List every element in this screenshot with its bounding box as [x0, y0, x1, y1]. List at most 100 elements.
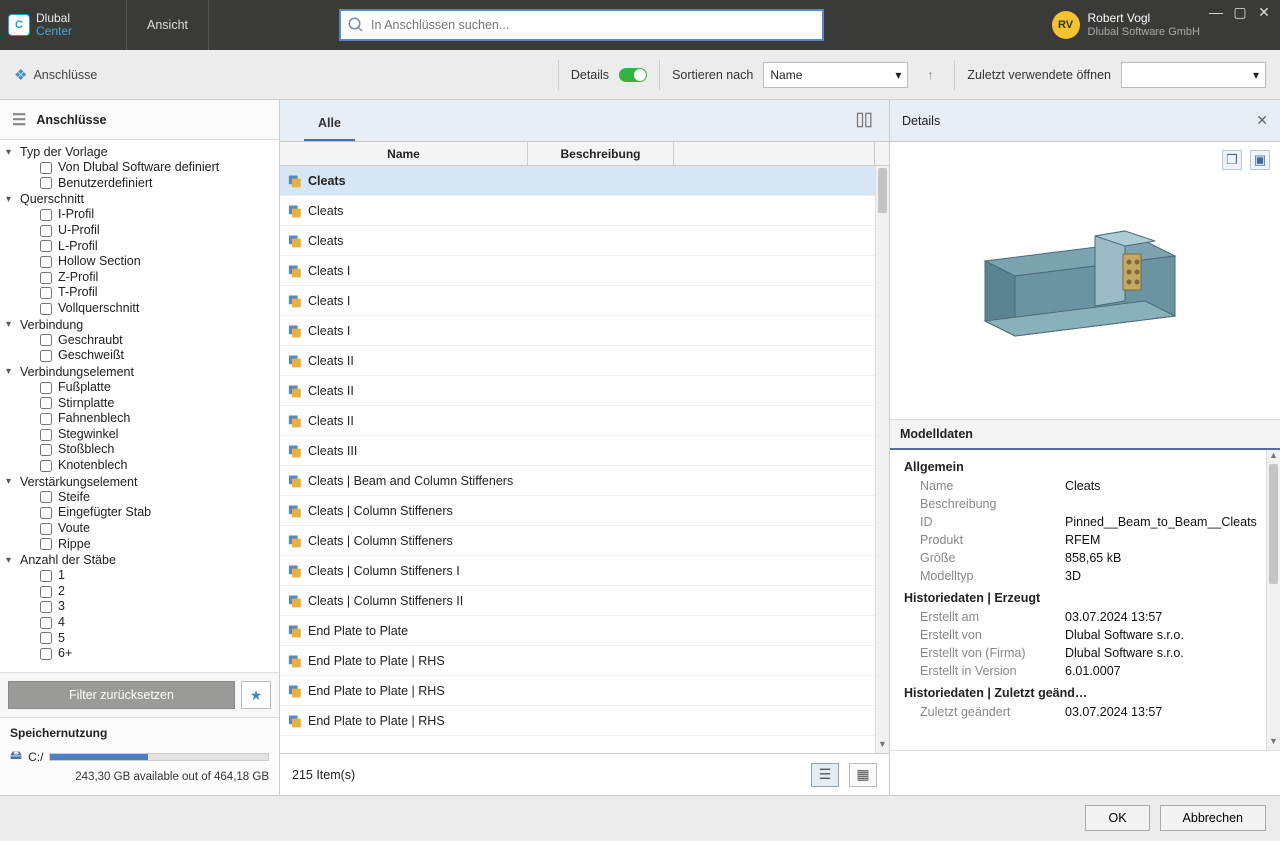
sort-direction-button[interactable]: ↑: [918, 63, 942, 87]
sort-dropdown[interactable]: Name ▾: [763, 62, 908, 88]
scroll-thumb[interactable]: [1269, 464, 1278, 584]
filter-item[interactable]: 4: [0, 615, 279, 631]
filter-group[interactable]: ▾Anzahl der Stäbe: [0, 552, 279, 568]
filter-item[interactable]: I-Profil: [0, 207, 279, 223]
maximize-icon[interactable]: ▢: [1232, 4, 1248, 21]
filter-item[interactable]: U-Profil: [0, 223, 279, 239]
scroll-up-icon[interactable]: ▲: [1267, 450, 1280, 464]
filter-checkbox[interactable]: [40, 507, 52, 519]
preview-3d-icon[interactable]: ❒: [1222, 150, 1242, 170]
filter-checkbox[interactable]: [40, 413, 52, 425]
filter-checkbox[interactable]: [40, 240, 52, 252]
details-scrollbar[interactable]: ▲ ▼: [1266, 450, 1280, 750]
global-search[interactable]: [339, 9, 824, 41]
filter-item[interactable]: 3: [0, 599, 279, 615]
reset-filter-button[interactable]: Filter zurücksetzen: [8, 681, 235, 709]
tab-all[interactable]: Alle: [304, 106, 355, 141]
favorite-button[interactable]: ★: [241, 681, 271, 709]
filter-item[interactable]: 5: [0, 631, 279, 647]
filter-checkbox[interactable]: [40, 272, 52, 284]
ok-button[interactable]: OK: [1085, 805, 1149, 831]
filter-item[interactable]: Geschweißt: [0, 348, 279, 364]
table-row[interactable]: Cleats III: [280, 436, 889, 466]
table-row[interactable]: Cleats I: [280, 316, 889, 346]
table-row[interactable]: Cleats | Beam and Column Stiffeners: [280, 466, 889, 496]
filter-checkbox[interactable]: [40, 648, 52, 660]
recent-dropdown[interactable]: ▾: [1121, 62, 1266, 88]
filter-item[interactable]: Voute: [0, 521, 279, 537]
filter-checkbox[interactable]: [40, 162, 52, 174]
filter-item[interactable]: Fahnenblech: [0, 411, 279, 427]
search-input[interactable]: [371, 18, 822, 32]
filter-item[interactable]: Eingefügter Stab: [0, 505, 279, 521]
filter-checkbox[interactable]: [40, 334, 52, 346]
filter-checkbox[interactable]: [40, 177, 52, 189]
menu-view[interactable]: Ansicht: [127, 0, 209, 50]
filter-group[interactable]: ▾Verbindung: [0, 317, 279, 333]
filter-item[interactable]: Fußplatte: [0, 380, 279, 396]
filter-item[interactable]: Hollow Section: [0, 254, 279, 270]
filter-item[interactable]: 1: [0, 568, 279, 584]
filter-item[interactable]: 2: [0, 584, 279, 600]
table-row[interactable]: Cleats | Column Stiffeners I: [280, 556, 889, 586]
table-row[interactable]: Cleats: [280, 226, 889, 256]
filter-checkbox[interactable]: [40, 209, 52, 221]
view-list-button[interactable]: ☰: [811, 763, 839, 787]
details-toggle[interactable]: [619, 68, 647, 82]
table-row[interactable]: Cleats | Column Stiffeners: [280, 526, 889, 556]
filter-item[interactable]: Geschraubt: [0, 333, 279, 349]
filter-item[interactable]: L-Profil: [0, 239, 279, 255]
filter-checkbox[interactable]: [40, 303, 52, 315]
scroll-thumb[interactable]: [878, 168, 887, 213]
filter-item[interactable]: Vollquerschnitt: [0, 301, 279, 317]
filter-item[interactable]: Steife: [0, 490, 279, 506]
scroll-down-icon[interactable]: ▼: [1267, 736, 1280, 750]
filter-checkbox[interactable]: [40, 570, 52, 582]
filter-checkbox[interactable]: [40, 491, 52, 503]
filter-group[interactable]: ▾Verbindungselement: [0, 364, 279, 380]
table-row[interactable]: Cleats I: [280, 286, 889, 316]
filter-item[interactable]: Z-Profil: [0, 270, 279, 286]
filter-checkbox[interactable]: [40, 586, 52, 598]
filter-checkbox[interactable]: [40, 617, 52, 629]
cancel-button[interactable]: Abbrechen: [1160, 805, 1266, 831]
table-row[interactable]: Cleats I: [280, 256, 889, 286]
col-name[interactable]: Name: [280, 142, 528, 165]
close-icon[interactable]: ✕: [1256, 4, 1272, 21]
table-row[interactable]: End Plate to Plate | RHS: [280, 676, 889, 706]
filter-group[interactable]: ▾Querschnitt: [0, 191, 279, 207]
filter-item[interactable]: Benutzerdefiniert: [0, 176, 279, 192]
filter-item[interactable]: Rippe: [0, 537, 279, 553]
table-row[interactable]: Cleats: [280, 196, 889, 226]
table-row[interactable]: Cleats: [280, 166, 889, 196]
filter-checkbox[interactable]: [40, 256, 52, 268]
details-close-button[interactable]: ✕: [1256, 112, 1268, 129]
filter-item[interactable]: Stirnplatte: [0, 396, 279, 412]
filter-checkbox[interactable]: [40, 538, 52, 550]
filter-item[interactable]: Knotenblech: [0, 458, 279, 474]
filter-item[interactable]: T-Profil: [0, 285, 279, 301]
filter-checkbox[interactable]: [40, 225, 52, 237]
filter-checkbox[interactable]: [40, 523, 52, 535]
list-scrollbar[interactable]: ▲ ▼: [875, 166, 889, 753]
filter-item[interactable]: Stoßblech: [0, 442, 279, 458]
table-row[interactable]: End Plate to Plate | RHS: [280, 646, 889, 676]
table-row[interactable]: End Plate to Plate | RHS: [280, 706, 889, 736]
filter-checkbox[interactable]: [40, 287, 52, 299]
col-desc[interactable]: Beschreibung: [528, 142, 674, 165]
filter-checkbox[interactable]: [40, 350, 52, 362]
filter-group[interactable]: ▾Typ der Vorlage: [0, 144, 279, 160]
filter-group[interactable]: ▾Verstärkungselement: [0, 474, 279, 490]
filter-checkbox[interactable]: [40, 444, 52, 456]
table-row[interactable]: Cleats II: [280, 406, 889, 436]
filter-item[interactable]: Stegwinkel: [0, 427, 279, 443]
filter-checkbox[interactable]: [40, 382, 52, 394]
filter-checkbox[interactable]: [40, 429, 52, 441]
table-row[interactable]: Cleats | Column Stiffeners: [280, 496, 889, 526]
filter-checkbox[interactable]: [40, 601, 52, 613]
table-row[interactable]: Cleats II: [280, 346, 889, 376]
table-row[interactable]: Cleats II: [280, 376, 889, 406]
minimize-icon[interactable]: —: [1208, 4, 1224, 21]
filter-checkbox[interactable]: [40, 397, 52, 409]
columns-icon[interactable]: [855, 110, 875, 135]
